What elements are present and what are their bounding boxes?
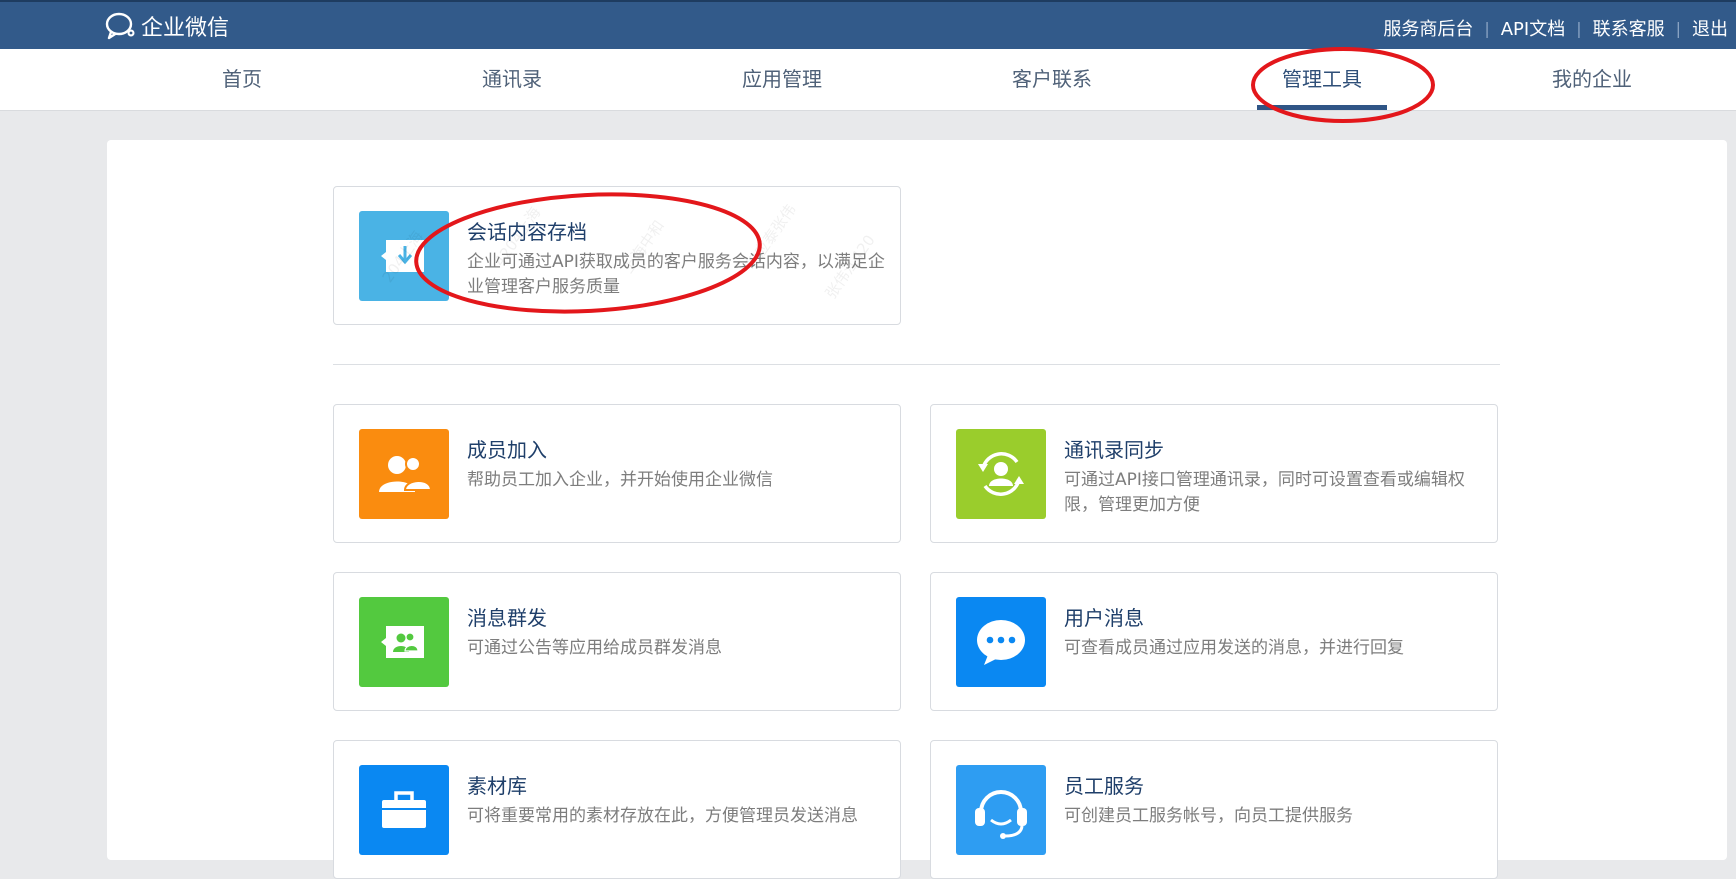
logo-text: 企业微信 [141,16,230,41]
card-description: 可通过公告等应用给成员群发消息 [467,638,722,658]
card-member-join[interactable]: 成员加入 帮助员工加入企业，并开始使用企业微信 [333,404,901,543]
logout-link[interactable]: 退出 [1692,15,1728,41]
top-bar: 企业微信 服务商后台 | API文档 | 联系客服 | 退出 [0,0,1736,49]
group-message-icon [359,597,449,687]
card-title: 用户消息 [1064,606,1144,630]
contact-sync-icon [956,429,1046,519]
tab-my-enterprise[interactable]: 我的企业 [1552,49,1632,110]
card-material-library[interactable]: 素材库 可将重要常用的素材存放在此，方便管理员发送消息 [333,740,901,879]
card-title: 成员加入 [467,438,547,462]
card-chat-archive[interactable]: 会话内容存档 企业可通过API获取成员的客户服务会话内容，以满足企业管理客户服务… [333,186,901,325]
link-separator: | [1675,18,1681,38]
card-title: 会话内容存档 [467,220,587,244]
api-docs-link[interactable]: API文档 [1501,15,1565,41]
service-provider-link[interactable]: 服务商后台 [1383,15,1473,41]
tab-management-tools[interactable]: 管理工具 [1282,49,1362,110]
logo[interactable]: 企业微信 [105,12,230,41]
card-title: 消息群发 [467,606,547,630]
archive-download-icon [359,211,449,301]
top-links: 服务商后台 | API文档 | 联系客服 | 退出 [1383,15,1728,41]
members-icon [359,429,449,519]
card-description: 可将重要常用的素材存放在此，方便管理员发送消息 [467,806,858,826]
card-user-message[interactable]: 用户消息 可查看成员通过应用发送的消息，并进行回复 [930,572,1498,711]
tab-contacts[interactable]: 通讯录 [482,49,542,110]
card-description: 可通过API接口管理通讯录，同时可设置查看或编辑权限，管理更加方便 [1064,470,1465,515]
link-separator: | [1576,18,1582,38]
card-group-message[interactable]: 消息群发 可通过公告等应用给成员群发消息 [333,572,901,711]
active-tab-underline [1257,105,1387,110]
card-description: 可查看成员通过应用发送的消息，并进行回复 [1064,638,1404,658]
card-employee-service[interactable]: 员工服务 可创建员工服务帐号，向员工提供服务 [930,740,1498,879]
card-description: 可创建员工服务帐号，向员工提供服务 [1064,806,1353,826]
card-description: 企业可通过API获取成员的客户服务会话内容，以满足企业管理客户服务质量 [467,252,885,297]
card-title: 员工服务 [1064,774,1144,798]
main-nav: 首页 通讯录 应用管理 客户联系 管理工具 我的企业 [0,49,1736,111]
card-contact-sync[interactable]: 通讯录同步 可通过API接口管理通讯录，同时可设置查看或编辑权限，管理更加方便 [930,404,1498,543]
tab-app-management[interactable]: 应用管理 [742,49,822,110]
headset-icon [956,765,1046,855]
tab-customer-contact[interactable]: 客户联系 [1012,49,1092,110]
chat-bubble-icon [956,597,1046,687]
briefcase-icon [359,765,449,855]
tab-home[interactable]: 首页 [222,49,262,110]
card-title: 通讯录同步 [1064,438,1164,462]
wecom-logo-icon [105,12,135,40]
card-title: 素材库 [467,774,527,798]
link-separator: | [1484,18,1490,38]
card-description: 帮助员工加入企业，并开始使用企业微信 [467,470,773,490]
contact-support-link[interactable]: 联系客服 [1593,15,1665,41]
section-divider [333,364,1500,365]
